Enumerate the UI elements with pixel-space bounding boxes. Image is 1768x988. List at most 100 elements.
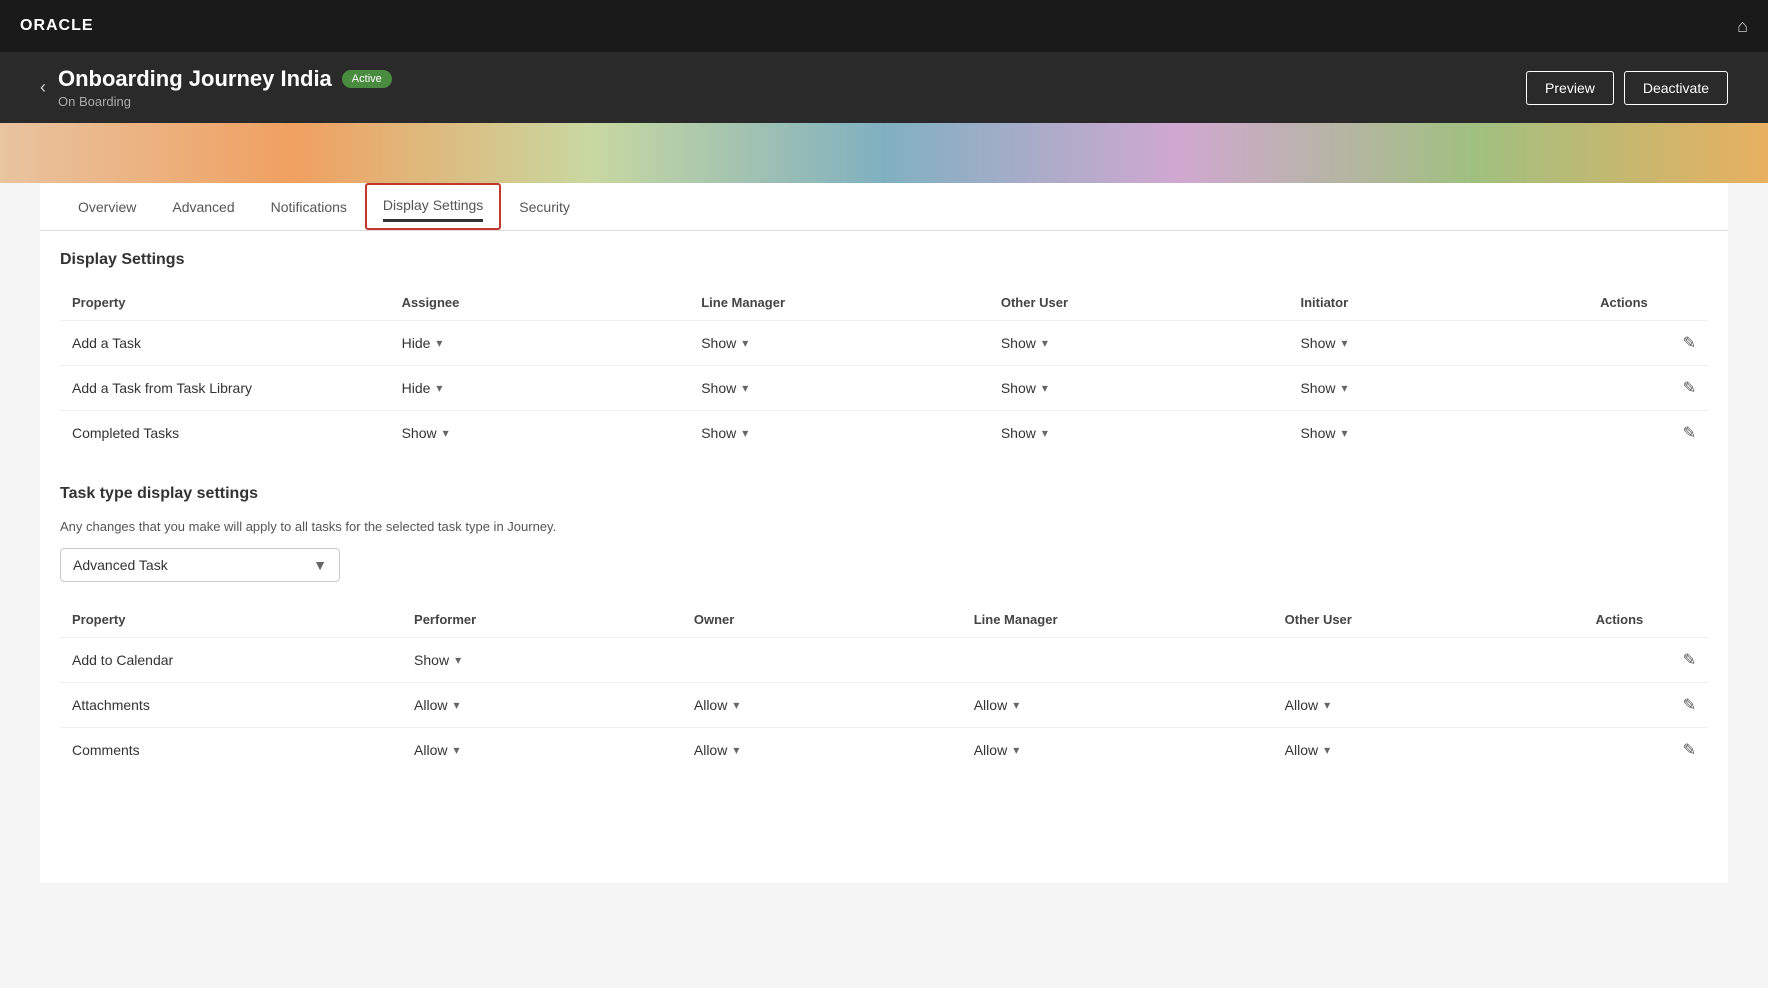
edit-icon[interactable]: ✎ (1683, 380, 1696, 397)
content-area: Display Settings Property Assignee Line … (40, 231, 1728, 822)
chevron-down-icon: ▾ (1042, 426, 1048, 440)
display-settings-section: Display Settings Property Assignee Line … (60, 251, 1708, 455)
ds-actions-1: ✎ (1588, 366, 1708, 411)
preview-button[interactable]: Preview (1526, 71, 1614, 105)
chevron-down-icon: ▾ (1013, 743, 1019, 757)
ds-initiator-2[interactable]: Show ▾ (1288, 411, 1588, 456)
chevron-down-icon: ▾ (455, 653, 461, 667)
home-icon[interactable]: ⌂ (1737, 16, 1748, 37)
page-subtitle: On Boarding (58, 94, 392, 109)
chevron-down-icon: ▾ (1342, 336, 1348, 350)
col-header-otheruser: Other User (989, 285, 1289, 321)
task-type-dropdown[interactable]: Advanced Task ▼ (60, 548, 340, 582)
oracle-logo: ORACLE (20, 17, 94, 35)
task-type-row: Add to Calendar Show ▾ ✎ (60, 638, 1708, 683)
ds-assignee-2[interactable]: Show ▾ (390, 411, 690, 456)
tab-display-settings[interactable]: Display Settings (365, 183, 501, 230)
ds-initiator-0[interactable]: Show ▾ (1288, 321, 1588, 366)
ds-actions-2: ✎ (1588, 411, 1708, 456)
tt-property-2: Comments (60, 728, 402, 773)
ds-assignee-1[interactable]: Hide ▾ (390, 366, 690, 411)
chevron-down-icon: ▾ (1013, 698, 1019, 712)
tabs-bar: Overview Advanced Notifications Display … (40, 183, 1728, 231)
task-type-description: Any changes that you make will apply to … (60, 519, 1708, 534)
tt-actions-1: ✎ (1584, 683, 1708, 728)
tt-col-performer: Performer (402, 602, 682, 638)
task-type-dropdown-value: Advanced Task (73, 557, 168, 573)
ds-otheruser-0[interactable]: Show ▾ (989, 321, 1289, 366)
tab-notifications[interactable]: Notifications (253, 183, 365, 230)
tt-performer-1[interactable]: Allow ▾ (402, 683, 682, 728)
header-actions: Preview Deactivate (1526, 71, 1728, 105)
col-header-assignee: Assignee (390, 285, 690, 321)
page-header-left: ‹ Onboarding Journey India Active On Boa… (40, 66, 392, 109)
status-badge: Active (342, 70, 392, 88)
tt-col-owner: Owner (682, 602, 962, 638)
task-type-row: Attachments Allow ▾ Allow ▾ Allow ▾ Allo… (60, 683, 1708, 728)
edit-icon[interactable]: ✎ (1683, 425, 1696, 442)
banner-image (0, 123, 1768, 183)
ds-otheruser-1[interactable]: Show ▾ (989, 366, 1289, 411)
task-type-row: Comments Allow ▾ Allow ▾ Allow ▾ Allow ▾ (60, 728, 1708, 773)
ds-initiator-1[interactable]: Show ▾ (1288, 366, 1588, 411)
page-title: Onboarding Journey India Active (58, 66, 392, 92)
tt-property-0: Add to Calendar (60, 638, 402, 683)
tt-otheruser-1[interactable]: Allow ▾ (1273, 683, 1584, 728)
top-bar: ORACLE ⌂ (0, 0, 1768, 52)
tt-otheruser-2[interactable]: Allow ▾ (1273, 728, 1584, 773)
tt-owner-0 (682, 638, 962, 683)
display-settings-row: Add a Task Hide ▾ Show ▾ Show ▾ Show ▾ (60, 321, 1708, 366)
tt-property-1: Attachments (60, 683, 402, 728)
col-header-property: Property (60, 285, 390, 321)
chevron-down-icon: ▾ (1342, 381, 1348, 395)
tt-performer-2[interactable]: Allow ▾ (402, 728, 682, 773)
tab-security[interactable]: Security (501, 183, 588, 230)
tt-col-linemanager: Line Manager (962, 602, 1273, 638)
main-content: Overview Advanced Notifications Display … (40, 183, 1728, 883)
ds-assignee-0[interactable]: Hide ▾ (390, 321, 690, 366)
page-title-text: Onboarding Journey India (58, 66, 332, 92)
tt-linemanager-1[interactable]: Allow ▾ (962, 683, 1273, 728)
tt-owner-2[interactable]: Allow ▾ (682, 728, 962, 773)
chevron-down-icon: ▼ (313, 557, 327, 573)
chevron-down-icon: ▾ (1042, 336, 1048, 350)
chevron-down-icon: ▾ (1324, 698, 1330, 712)
edit-icon[interactable]: ✎ (1683, 697, 1696, 714)
edit-icon[interactable]: ✎ (1683, 742, 1696, 759)
edit-icon[interactable]: ✎ (1683, 335, 1696, 352)
tt-linemanager-2[interactable]: Allow ▾ (962, 728, 1273, 773)
chevron-down-icon: ▾ (436, 381, 442, 395)
edit-icon[interactable]: ✎ (1683, 652, 1696, 669)
back-button[interactable]: ‹ (40, 77, 46, 98)
chevron-down-icon: ▾ (733, 698, 739, 712)
tab-advanced[interactable]: Advanced (154, 183, 252, 230)
task-type-title: Task type display settings (60, 485, 1708, 503)
display-settings-title: Display Settings (60, 251, 1708, 269)
deactivate-button[interactable]: Deactivate (1624, 71, 1728, 105)
tt-actions-2: ✎ (1584, 728, 1708, 773)
tt-actions-0: ✎ (1584, 638, 1708, 683)
chevron-down-icon: ▾ (454, 698, 460, 712)
col-header-initiator: Initiator (1288, 285, 1588, 321)
tab-overview[interactable]: Overview (60, 183, 154, 230)
page-header: ‹ Onboarding Journey India Active On Boa… (0, 52, 1768, 123)
chevron-down-icon: ▾ (436, 336, 442, 350)
chevron-down-icon: ▾ (454, 743, 460, 757)
chevron-down-icon: ▾ (1324, 743, 1330, 757)
chevron-down-icon: ▾ (742, 336, 748, 350)
ds-actions-0: ✎ (1588, 321, 1708, 366)
chevron-down-icon: ▾ (1342, 426, 1348, 440)
chevron-down-icon: ▾ (742, 381, 748, 395)
ds-linemanager-0[interactable]: Show ▾ (689, 321, 989, 366)
display-settings-row: Add a Task from Task Library Hide ▾ Show… (60, 366, 1708, 411)
display-settings-table: Property Assignee Line Manager Other Use… (60, 285, 1708, 455)
chevron-down-icon: ▾ (742, 426, 748, 440)
ds-linemanager-1[interactable]: Show ▾ (689, 366, 989, 411)
display-settings-row: Completed Tasks Show ▾ Show ▾ Show ▾ Sho… (60, 411, 1708, 456)
col-header-actions: Actions (1588, 285, 1708, 321)
ds-linemanager-2[interactable]: Show ▾ (689, 411, 989, 456)
tt-owner-1[interactable]: Allow ▾ (682, 683, 962, 728)
ds-property-1: Add a Task from Task Library (60, 366, 390, 411)
ds-otheruser-2[interactable]: Show ▾ (989, 411, 1289, 456)
tt-performer-0[interactable]: Show ▾ (402, 638, 682, 683)
